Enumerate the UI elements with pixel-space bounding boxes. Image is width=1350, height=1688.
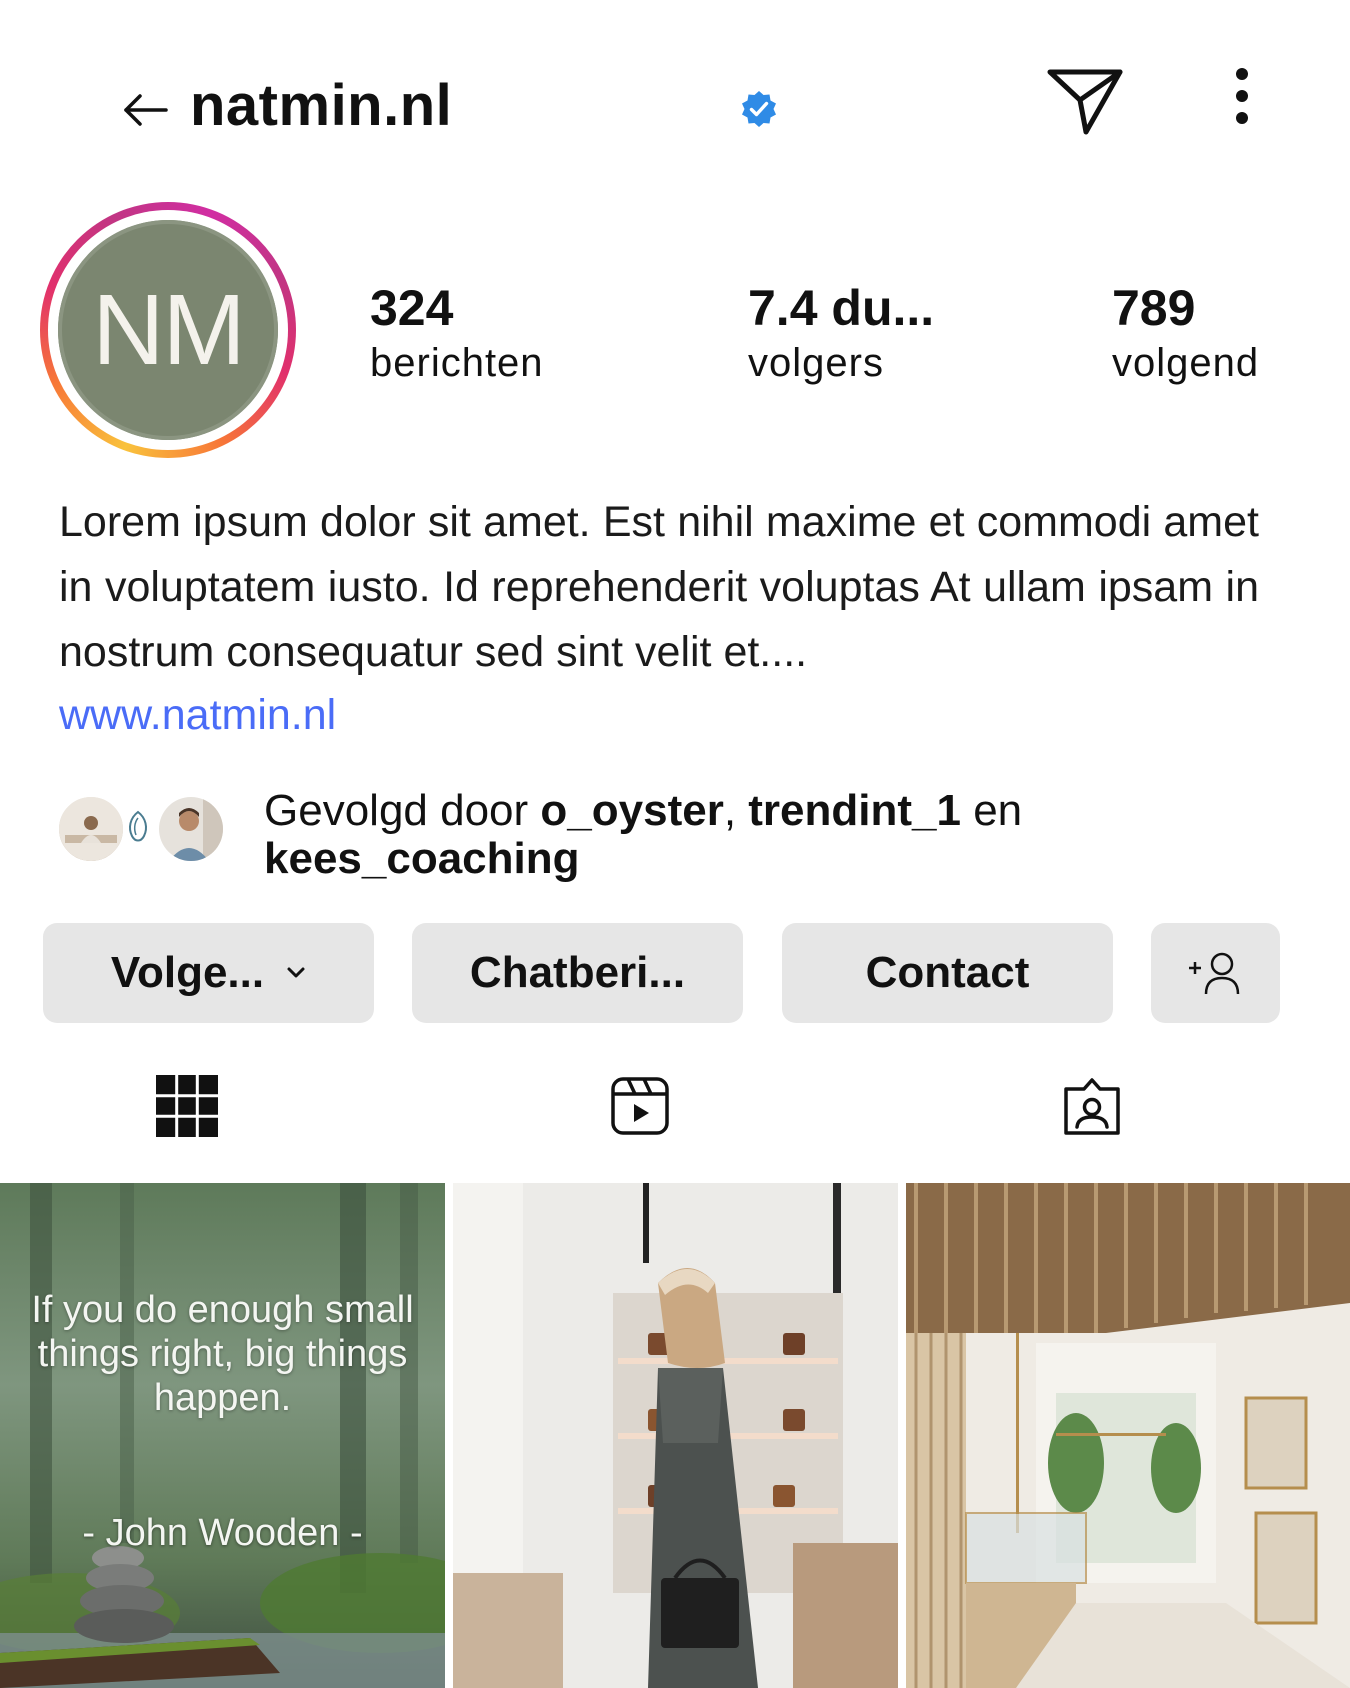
stat-followers-label: volgers — [748, 341, 884, 385]
stat-posts[interactable]: 324 berichten — [370, 278, 544, 388]
chat-button[interactable]: Chatberi... — [412, 923, 743, 1023]
followed-by-user-3[interactable]: kees_coaching — [264, 834, 580, 883]
follower-avatar-1[interactable] — [56, 794, 126, 864]
tagged-person-icon[interactable] — [1062, 1077, 1122, 1137]
post-tile-3[interactable] — [906, 1183, 1350, 1688]
post-tile-1[interactable]: If you do enough small things right, big… — [0, 1183, 445, 1688]
verified-badge-icon — [740, 90, 778, 128]
profile-link[interactable]: www.natmin.nl — [59, 685, 336, 745]
stat-posts-label: berichten — [370, 341, 544, 385]
post-1-quote: If you do enough small things right, big… — [31, 1289, 414, 1419]
followed-by-user-2[interactable]: trendint_1 — [748, 786, 961, 835]
follower-avatar-2[interactable] — [156, 794, 226, 864]
add-user-button[interactable] — [1151, 923, 1280, 1023]
profile-avatar[interactable]: NM — [40, 202, 296, 458]
followed-by-separator: , — [723, 786, 749, 835]
add-person-icon — [1188, 952, 1239, 995]
avatar-initials: NM — [58, 220, 278, 440]
profile-username: natmin.nl — [190, 73, 453, 138]
followed-by-user-1[interactable]: o_oyster — [540, 786, 723, 835]
paper-plane-icon[interactable] — [1046, 66, 1126, 138]
profile-bio: Lorem ipsum dolor sit amet. Est nihil ma… — [59, 498, 1259, 676]
stat-followers-value: 7.4 du... — [748, 280, 935, 336]
stat-followers[interactable]: 7.4 du... volgers — [748, 278, 934, 388]
follow-button-label: Volge... — [110, 948, 265, 997]
post-1-author: - John Wooden - — [82, 1512, 363, 1554]
contact-button[interactable]: Contact — [782, 923, 1113, 1023]
stat-following-label: volgend — [1112, 341, 1260, 385]
followed-by-and: en — [960, 786, 1023, 835]
post-tile-2[interactable] — [453, 1183, 898, 1688]
stat-following[interactable]: 789 volgend — [1112, 278, 1259, 388]
stat-posts-value: 324 — [370, 280, 454, 336]
reels-icon[interactable] — [611, 1077, 669, 1135]
chat-button-label: Chatberi... — [469, 948, 686, 997]
stat-following-value: 789 — [1112, 280, 1196, 336]
followed-by-text[interactable]: Gevolgd door o_oyster, trendint_1 en kees… — [264, 787, 1164, 883]
more-vertical-icon[interactable] — [1222, 66, 1262, 126]
contact-button-label: Contact — [865, 948, 1030, 997]
chevron-down-icon — [287, 967, 305, 978]
back-arrow-icon[interactable] — [122, 86, 170, 134]
grid-icon[interactable] — [156, 1075, 218, 1137]
follow-button[interactable]: Volge... — [43, 923, 374, 1023]
followed-by-prefix: Gevolgd door — [264, 786, 541, 835]
oyster-logo-icon — [126, 810, 150, 844]
